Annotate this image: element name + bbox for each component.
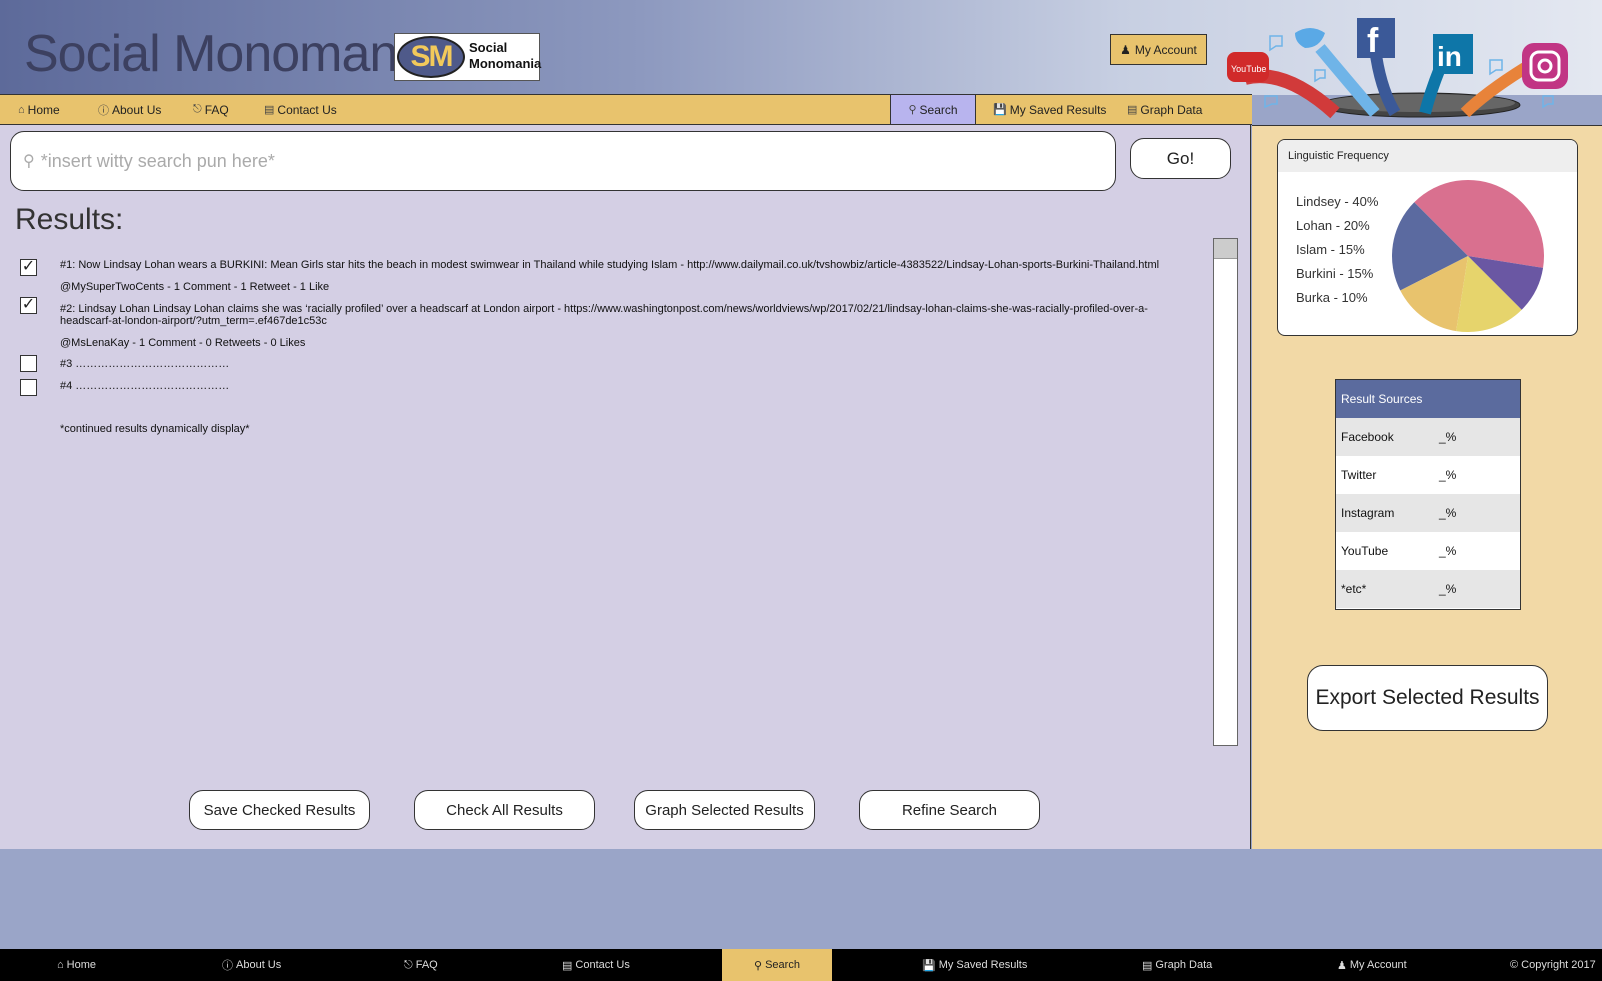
- result-2-text: #2: Lindsay Lohan Lindsay Lohan claims s…: [60, 303, 1148, 327]
- logo-text: Social Monomania: [469, 40, 542, 71]
- linguistic-frequency-title: Linguistic Frequency: [1278, 140, 1577, 172]
- info-icon: ⓘ: [98, 104, 109, 117]
- frequency-pie-chart: [1392, 180, 1544, 332]
- footer-contact-us[interactable]: ▤ Contact Us: [562, 949, 630, 981]
- footer-faq[interactable]: ⎋ FAQ: [404, 949, 438, 981]
- save-icon: 💾: [993, 104, 1007, 116]
- social-media-illustration: YouTube f in: [1227, 18, 1568, 119]
- search-icon: ⚲: [23, 153, 35, 170]
- user-icon: ♟: [1120, 42, 1131, 57]
- result-3-checkbox[interactable]: [20, 355, 37, 372]
- result-1-checkbox[interactable]: ✓: [20, 259, 37, 276]
- nav-about-us[interactable]: ⓘ About Us: [98, 95, 161, 124]
- graph-icon: ▤: [1127, 104, 1138, 116]
- check-all-results-button[interactable]: Check All Results: [414, 790, 595, 830]
- continued-results-note: *continued results dynamically display*: [60, 423, 250, 435]
- go-button[interactable]: Go!: [1130, 138, 1231, 179]
- site-title: Social Monomania: [24, 25, 437, 83]
- source-row-twitter: Twitter _%: [1341, 468, 1457, 482]
- copyright: © Copyright 2017: [1510, 959, 1596, 971]
- nav-home[interactable]: ⌂ Home: [18, 95, 60, 124]
- footer-my-account[interactable]: ♟ My Account: [1337, 949, 1407, 981]
- graph-icon: ▤: [1142, 959, 1153, 972]
- footer-about-us[interactable]: ⓘ About Us: [222, 949, 281, 981]
- result-3-text: #3 ……………………………………: [60, 358, 230, 370]
- scrollbar-thumb[interactable]: [1214, 239, 1237, 259]
- legend-item: Lindsey - 40%: [1296, 194, 1379, 209]
- twitter-bird-icon: [1295, 28, 1325, 48]
- refine-search-button[interactable]: Refine Search: [859, 790, 1040, 830]
- results-scrollbar[interactable]: [1213, 238, 1238, 746]
- svg-text:YouTube: YouTube: [1231, 64, 1266, 74]
- svg-text:f: f: [1367, 22, 1379, 60]
- result-2-checkbox[interactable]: ✓: [20, 297, 37, 314]
- source-row-etc: *etc* _%: [1336, 570, 1520, 608]
- result-4-text: #4 ……………………………………: [60, 380, 230, 392]
- nav-my-saved-results[interactable]: 💾 My Saved Results: [993, 95, 1106, 124]
- save-checked-results-button[interactable]: Save Checked Results: [189, 790, 370, 830]
- nav-faq[interactable]: ⎋ FAQ: [193, 95, 229, 124]
- footer-graph-data[interactable]: ▤ Graph Data: [1142, 949, 1212, 981]
- search-input[interactable]: [40, 150, 1041, 172]
- sidebar: Linguistic Frequency Lindsey - 40% Lohan…: [1252, 125, 1602, 849]
- my-account-button[interactable]: ♟ My Account: [1110, 34, 1207, 65]
- nav-graph-data[interactable]: ▤ Graph Data: [1127, 95, 1202, 124]
- search-icon: ⚲: [908, 104, 917, 116]
- results-list: ✓ #1: Now Lindsay Lohan wears a BURKINI:…: [0, 255, 1195, 555]
- question-icon: ⎋: [404, 958, 413, 971]
- search-box[interactable]: ⚲: [10, 131, 1116, 191]
- main-nav: ⌂ Home ⓘ About Us ⎋ FAQ ▤ Contact Us ⚲ Search…: [0, 94, 1252, 125]
- footer-search[interactable]: ⚲ Search: [722, 949, 832, 981]
- legend-item: Lohan - 20%: [1296, 218, 1370, 233]
- svg-text:in: in: [1437, 41, 1462, 72]
- site-logo[interactable]: SM Social Monomania: [394, 33, 542, 81]
- contact-icon: ▤: [562, 959, 573, 972]
- home-icon: ⌂: [57, 959, 64, 971]
- result-sources-table: Result Sources Facebook _% Twitter _% Inst…: [1335, 379, 1521, 610]
- home-icon: ⌂: [18, 103, 25, 116]
- save-icon: 💾: [922, 959, 936, 972]
- source-row-facebook: Facebook _%: [1336, 418, 1520, 456]
- contact-icon: ▤: [264, 104, 275, 116]
- footer-my-saved-results[interactable]: 💾 My Saved Results: [922, 949, 1027, 981]
- search-results-panel: ⚲ Go! Results: ✓ #1: Now Lindsay Lohan w…: [0, 125, 1251, 849]
- legend-item: Burka - 10%: [1296, 290, 1368, 305]
- export-selected-results-button[interactable]: Export Selected Results: [1307, 665, 1548, 731]
- legend-item: Islam - 15%: [1296, 242, 1365, 257]
- info-icon: ⓘ: [222, 960, 233, 972]
- result-1-meta: @MySuperTwoCents - 1 Comment - 1 Retweet…: [60, 281, 330, 293]
- logo-mark: SM: [397, 36, 465, 78]
- result-4-checkbox[interactable]: [20, 379, 37, 396]
- result-2-meta: @MsLenaKay - 1 Comment - 0 Retweets - 0 …: [60, 337, 306, 349]
- graph-selected-results-button[interactable]: Graph Selected Results: [634, 790, 815, 830]
- site-header: Social Monomania SM Social Monomania ♟ M…: [0, 0, 1602, 119]
- instagram-logo-icon: [1522, 43, 1568, 89]
- source-row-instagram: Instagram _%: [1336, 494, 1520, 532]
- result-1-text: #1: Now Lindsay Lohan wears a BURKINI: M…: [60, 259, 1160, 271]
- footer-home[interactable]: ⌂ Home: [57, 949, 96, 981]
- nav-contact-us[interactable]: ▤ Contact Us: [264, 95, 337, 124]
- search-icon: ⚲: [754, 959, 763, 972]
- result-sources-title: Result Sources: [1336, 380, 1520, 418]
- site-footer: ⌂ Home ⓘ About Us ⎋ FAQ ▤ Contact Us ⚲ Search…: [0, 949, 1602, 981]
- frequency-legend: Lindsey - 40% Lohan - 20% Islam - 15% Bu…: [1296, 190, 1378, 310]
- question-icon: ⎋: [193, 103, 202, 115]
- linguistic-frequency-card: Linguistic Frequency Lindsey - 40% Lohan…: [1277, 139, 1578, 336]
- user-icon: ♟: [1337, 959, 1347, 972]
- results-heading: Results:: [15, 203, 124, 236]
- source-row-youtube: YouTube _%: [1341, 544, 1457, 558]
- nav-search[interactable]: ⚲ Search: [890, 95, 976, 124]
- legend-item: Burkini - 15%: [1296, 266, 1374, 281]
